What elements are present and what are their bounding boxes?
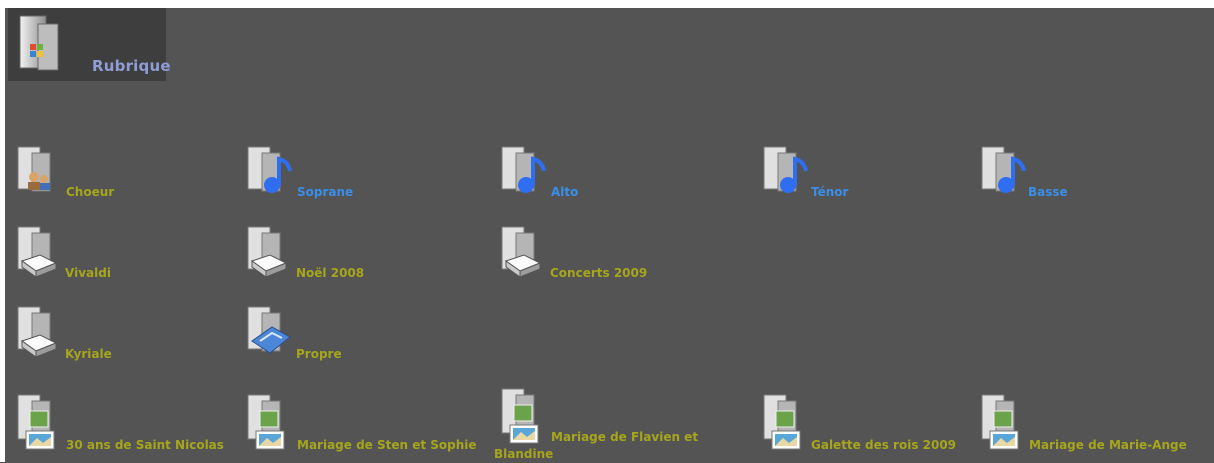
folder-label: Kyriale [65, 347, 112, 361]
folder-label: Vivaldi [65, 266, 111, 280]
pictures-folder-icon [17, 394, 55, 450]
folder-30-ans[interactable]: 30 ans de Saint Nicolas [16, 393, 241, 453]
folder-label: 30 ans de Saint Nicolas [66, 438, 224, 452]
folder-alto[interactable]: Alto [500, 145, 710, 200]
folder-label: Propre [296, 347, 342, 361]
folder-label: Mariage de Flavien et Blandine [494, 430, 699, 461]
windows-folder-icon [19, 15, 59, 71]
folder-label: Noël 2008 [296, 266, 365, 280]
people-folder-icon [17, 146, 51, 192]
folder-vivaldi[interactable]: Vivaldi [16, 225, 226, 285]
folder-mariage-flavien-blandine[interactable]: Mariage de Flavien et Blandine [494, 387, 744, 461]
folder-concerts-2009[interactable]: Concerts 2009 [500, 225, 710, 285]
music-folder-icon [981, 146, 1026, 193]
music-folder-icon [247, 146, 292, 193]
folder-label: Basse [1028, 185, 1068, 199]
folder-label: Mariage de Marie-Ange [1029, 438, 1187, 452]
rubrique-header[interactable]: Rubrique [8, 8, 171, 81]
music-folder-icon [501, 146, 546, 193]
folder-galette-des-rois[interactable]: Galette des rois 2009 [762, 393, 977, 453]
folder-label: Alto [551, 185, 579, 199]
folder-propre[interactable]: Propre [246, 305, 456, 365]
folder-kyriale[interactable]: Kyriale [16, 305, 226, 365]
pictures-folder-icon [981, 394, 1019, 450]
pictures-folder-icon [247, 394, 285, 450]
folder-label: Ténor [811, 185, 849, 199]
document-folder-icon [247, 306, 291, 354]
drive-folder-icon [501, 226, 542, 278]
folder-soprane[interactable]: Soprane [246, 145, 456, 200]
folder-label: Concerts 2009 [550, 266, 648, 280]
folder-label: Choeur [66, 185, 115, 199]
folder-choeur[interactable]: Choeur [16, 145, 226, 200]
pictures-folder-icon [763, 394, 801, 450]
drive-folder-icon [247, 226, 288, 278]
music-folder-icon [763, 146, 808, 193]
folder-mariage-marie-ange[interactable]: Mariage de Marie-Ange [980, 393, 1205, 453]
folder-label: Galette des rois 2009 [811, 438, 957, 452]
folder-label: Mariage de Sten et Sophie [297, 438, 477, 452]
drive-folder-icon [17, 306, 58, 358]
drive-folder-icon [17, 226, 58, 278]
folder-noel-2008[interactable]: Noël 2008 [246, 225, 456, 285]
rubrique-label: Rubrique [92, 57, 171, 75]
folder-mariage-sten-sophie[interactable]: Mariage de Sten et Sophie [246, 393, 491, 453]
folder-tenor[interactable]: Ténor [762, 145, 972, 200]
folder-basse[interactable]: Basse [980, 145, 1190, 200]
folder-label: Soprane [297, 185, 354, 199]
